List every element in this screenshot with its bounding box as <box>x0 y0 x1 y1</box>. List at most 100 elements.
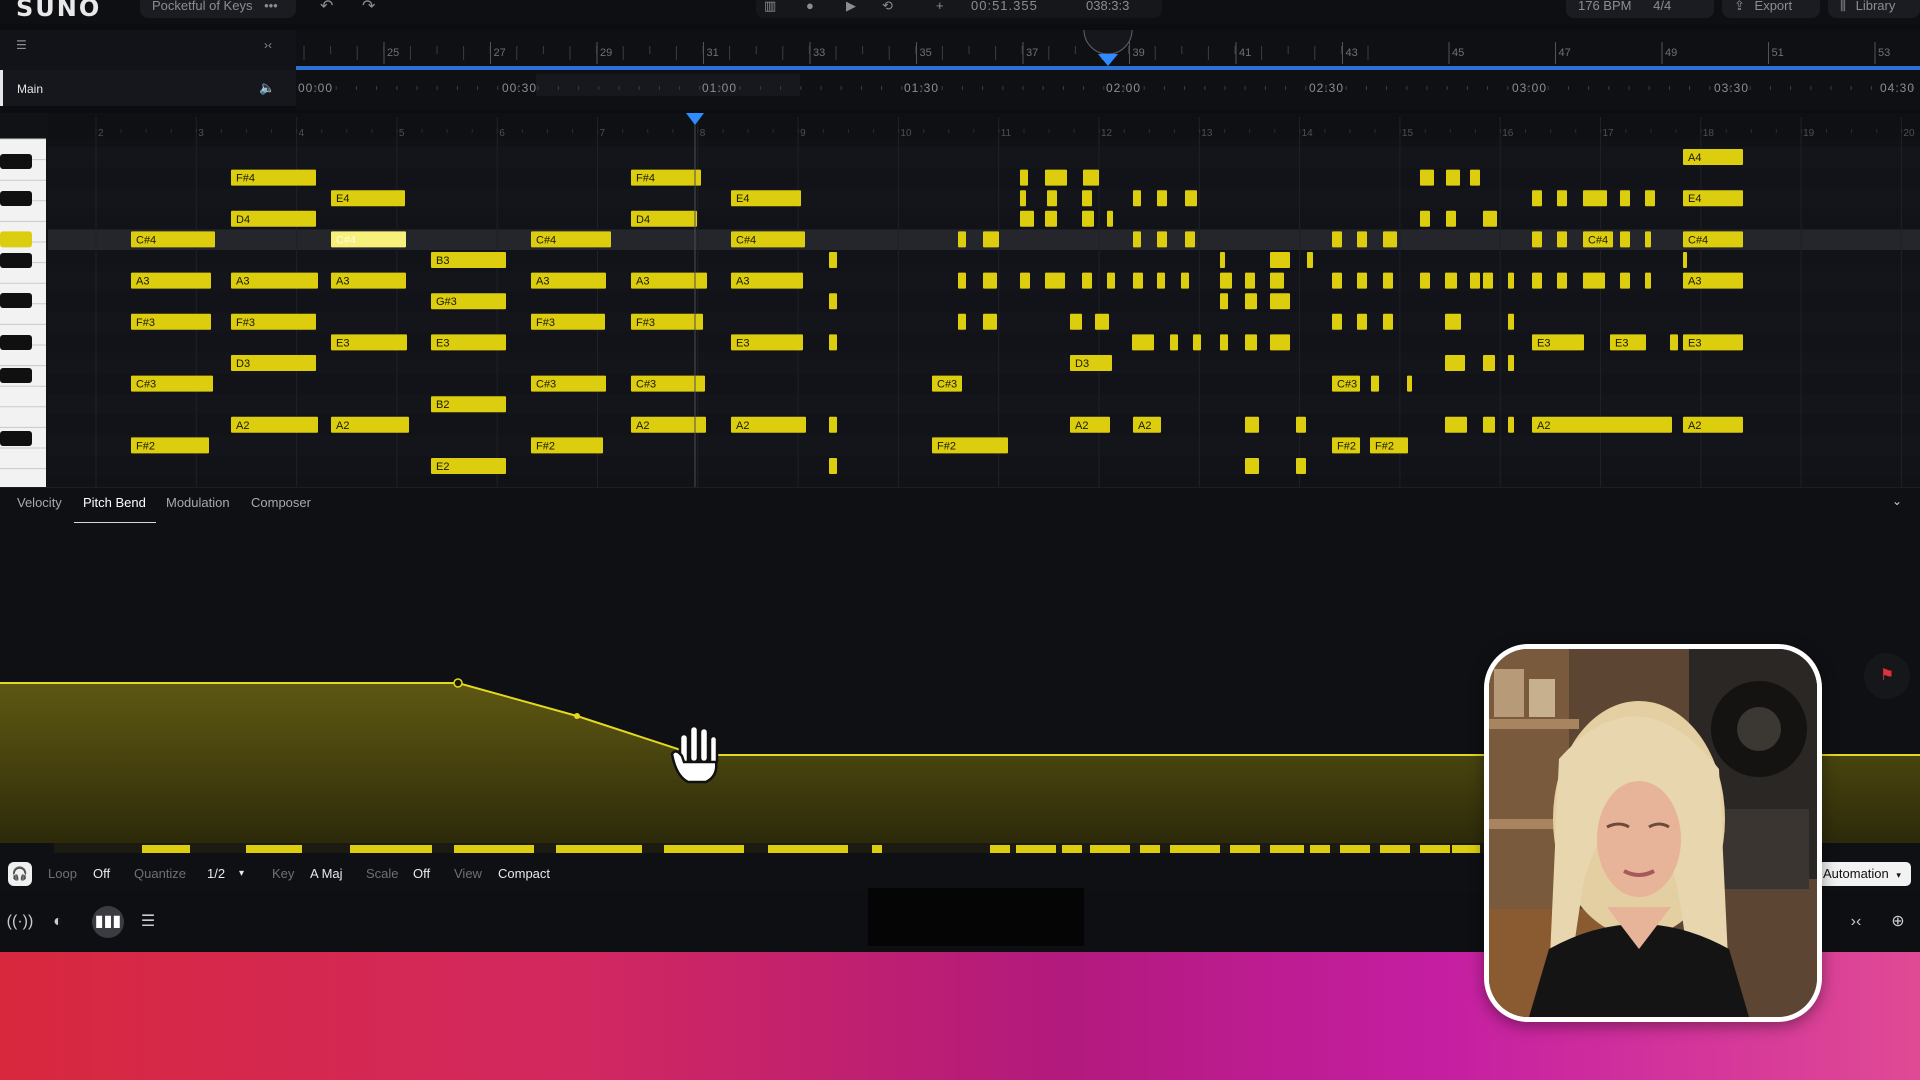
midi-note[interactable] <box>1483 416 1495 433</box>
black-key[interactable] <box>0 335 32 350</box>
midi-note[interactable] <box>1107 272 1115 289</box>
export-button[interactable]: ⇪ Export <box>1722 0 1820 18</box>
flag-icon[interactable]: ⚑ <box>1864 653 1910 699</box>
midi-note[interactable] <box>1557 231 1567 248</box>
midi-note[interactable] <box>1470 272 1480 289</box>
project-more-icon[interactable]: ••• <box>264 0 278 13</box>
undo-icon[interactable]: ↶ <box>320 0 333 16</box>
play-icon[interactable]: ▶ <box>846 0 856 18</box>
midi-note[interactable] <box>1645 272 1651 289</box>
midi-note[interactable] <box>1446 210 1456 227</box>
quantize-value[interactable]: 1/2 <box>207 866 225 881</box>
midi-note[interactable] <box>829 416 837 433</box>
midi-note[interactable] <box>1420 210 1430 227</box>
midi-note[interactable] <box>1532 231 1542 248</box>
midi-note[interactable] <box>1020 210 1034 227</box>
midi-note[interactable] <box>1445 313 1461 330</box>
midi-note[interactable] <box>1645 231 1651 248</box>
library-button[interactable]: ⫼ Library <box>1828 0 1920 18</box>
midi-note[interactable] <box>1270 293 1290 310</box>
midi-note[interactable] <box>958 313 966 330</box>
key-value[interactable]: A Maj <box>310 866 343 881</box>
midi-note[interactable] <box>1357 231 1367 248</box>
midi-note[interactable] <box>1245 293 1257 310</box>
midi-note[interactable] <box>1583 272 1605 289</box>
scale-value[interactable]: Off <box>413 866 430 881</box>
midi-note[interactable] <box>1683 252 1687 268</box>
midi-note[interactable] <box>1047 190 1057 207</box>
redo-icon[interactable]: ↷ <box>362 0 375 16</box>
tab-composer[interactable]: Composer <box>251 488 311 524</box>
waveform-icon[interactable]: ▮▮▮ <box>92 906 124 938</box>
black-key[interactable] <box>0 293 32 308</box>
midi-note[interactable] <box>1245 334 1257 351</box>
midi-note[interactable] <box>1357 272 1367 289</box>
midi-note[interactable] <box>983 231 999 248</box>
headphones-icon[interactable]: 🎧 <box>8 862 32 886</box>
midi-note[interactable] <box>1082 210 1094 227</box>
midi-note[interactable] <box>1357 313 1367 330</box>
midi-note[interactable] <box>1133 190 1141 207</box>
midi-note[interactable] <box>1220 252 1225 268</box>
midi-note[interactable] <box>829 334 837 351</box>
tab-pitch-bend[interactable]: Pitch Bend <box>74 488 156 524</box>
metronome-icon[interactable]: ▥ <box>764 0 776 18</box>
midi-note[interactable] <box>1020 190 1026 207</box>
midi-note[interactable] <box>1157 231 1167 248</box>
midi-note[interactable] <box>1532 190 1542 207</box>
loop-value[interactable]: Off <box>93 866 110 881</box>
collapse-icon[interactable]: ›‹ <box>1840 906 1872 938</box>
midi-note[interactable] <box>1020 272 1030 289</box>
midi-note[interactable] <box>1557 272 1567 289</box>
midi-note[interactable] <box>1082 272 1092 289</box>
black-key[interactable] <box>0 431 32 446</box>
midi-note[interactable] <box>1083 169 1099 186</box>
midi-note[interactable] <box>829 252 837 268</box>
speaker-icon[interactable]: 🔈 <box>259 80 275 96</box>
midi-note[interactable] <box>1483 210 1497 227</box>
contrast-icon[interactable]: ◐ <box>42 906 74 938</box>
tab-modulation[interactable]: Modulation <box>166 488 230 524</box>
midi-note[interactable] <box>1645 190 1655 207</box>
midi-note[interactable] <box>1383 231 1397 248</box>
midi-note[interactable] <box>1332 313 1342 330</box>
midi-note[interactable] <box>1181 272 1189 289</box>
midi-note[interactable] <box>1446 169 1460 186</box>
midi-note[interactable] <box>1420 272 1430 289</box>
midi-note[interactable] <box>1508 272 1514 289</box>
midi-note[interactable] <box>1185 190 1197 207</box>
midi-note[interactable] <box>1045 272 1065 289</box>
midi-note[interactable] <box>1620 231 1630 248</box>
midi-note[interactable] <box>1407 375 1412 392</box>
active-key[interactable] <box>0 231 32 248</box>
midi-note[interactable] <box>1332 231 1342 248</box>
list-icon[interactable]: ☰ <box>132 906 164 938</box>
tempo-meter-pill[interactable]: 176 BPM 4/4 <box>1566 0 1714 18</box>
midi-note[interactable] <box>1620 190 1630 207</box>
midi-note[interactable] <box>1245 458 1259 474</box>
midi-note[interactable] <box>1132 334 1154 351</box>
track-list-icon[interactable]: ☰ <box>16 38 27 52</box>
black-key[interactable] <box>0 253 32 268</box>
automation-dropdown[interactable]: Automation ▾ <box>1815 862 1911 886</box>
chevron-down-icon[interactable]: ⌄ <box>1892 494 1902 508</box>
timeline-ruler[interactable]: 25272931333537394143454749515300:0000:30… <box>296 30 1920 110</box>
view-value[interactable]: Compact <box>498 866 550 881</box>
midi-note[interactable] <box>1307 252 1313 268</box>
midi-note[interactable] <box>1383 272 1393 289</box>
black-key[interactable] <box>0 368 32 383</box>
midi-note[interactable] <box>958 272 966 289</box>
midi-note[interactable] <box>1220 272 1232 289</box>
midi-note[interactable] <box>1445 416 1467 433</box>
midi-note[interactable] <box>1532 416 1672 433</box>
midi-note[interactable] <box>1193 334 1201 351</box>
midi-note[interactable] <box>983 313 997 330</box>
midi-note[interactable] <box>1483 355 1495 371</box>
midi-note[interactable] <box>1470 169 1480 186</box>
midi-note[interactable] <box>1332 272 1342 289</box>
zoom-icon[interactable]: ⊕ <box>1882 906 1914 938</box>
bend-point[interactable] <box>574 713 580 719</box>
midi-note[interactable] <box>1133 272 1143 289</box>
midi-note[interactable] <box>1296 416 1306 433</box>
quantize-chevron-icon[interactable]: ▾ <box>239 868 244 879</box>
